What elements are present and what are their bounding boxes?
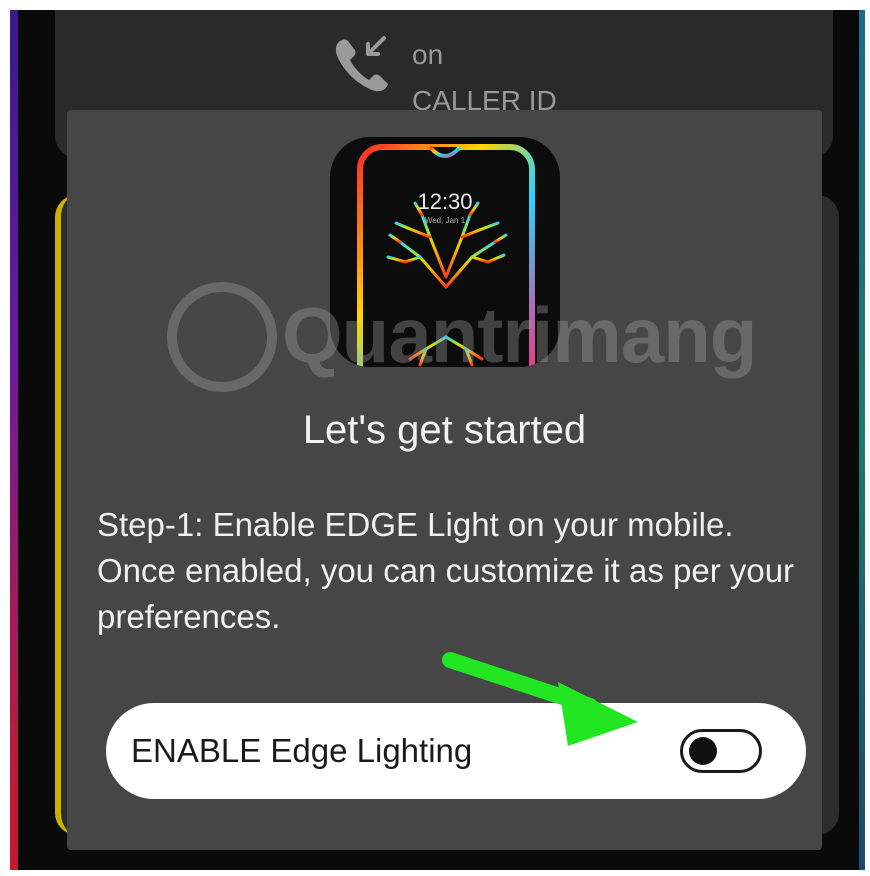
phone-screen: on CALLER ID 12:30 Wed, Jan 1 Quantriman… [10,10,865,870]
enable-edge-lighting-label: ENABLE Edge Lighting [131,732,473,769]
preview-clock: 12:30 [417,189,473,214]
get-started-dialog: 12:30 Wed, Jan 1 Quantrimang Let's get s… [67,110,822,850]
enable-edge-lighting-switch[interactable] [680,729,762,773]
dialog-body: Step-1: Enable EDGE Light on your mobile… [97,506,795,635]
watermark-logo-icon [167,282,277,392]
edge-light-preview: 12:30 Wed, Jan 1 [330,137,560,367]
enable-edge-lighting-row[interactable]: ENABLE Edge Lighting [106,703,806,799]
edge-light-right [859,10,865,870]
edge-light-left [10,10,18,870]
switch-knob [689,737,717,765]
preview-date: Wed, Jan 1 [424,216,466,225]
incoming-call-icon [332,32,392,94]
tree-graphic [386,201,508,367]
dialog-title: Let's get started [302,408,587,452]
caller-line-1: on [412,39,444,70]
